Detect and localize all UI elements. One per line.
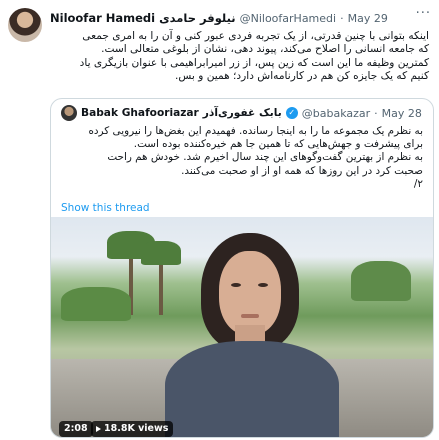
quoted-tweet[interactable]: Babak Ghafooriazar بابک غفوری‌آذر ✓ @bab… <box>50 98 434 438</box>
tweet-date[interactable]: May 29 <box>348 12 388 25</box>
quoted-tweet-header: Babak Ghafooriazar بابک غفوری‌آذر ✓ @bab… <box>61 105 423 121</box>
person-face <box>219 251 281 335</box>
show-thread-link[interactable]: Show this thread <box>61 202 150 214</box>
video-duration: 2:08 <box>64 423 88 434</box>
tweet-card[interactable]: Niloofar Hamedi نیلوفر حامدی @NiloofarHa… <box>0 0 439 440</box>
quoted-author-avatar <box>61 105 77 121</box>
author-name-fa[interactable]: نیلوفر حامدی <box>159 11 236 25</box>
video-player[interactable] <box>51 217 433 437</box>
mouth <box>241 314 259 318</box>
quoted-author-name-fa: بابک غفوری‌آذر <box>202 107 282 119</box>
tree <box>351 261 411 301</box>
separator-dot: · <box>374 106 378 120</box>
eye <box>258 283 268 287</box>
quoted-tweet-text: به نظرم یک مجموعه ما را به اینجا رسانده.… <box>88 125 423 190</box>
video-duration-badge: 2:08 <box>59 421 93 437</box>
play-icon <box>96 426 101 432</box>
more-icon[interactable]: ··· <box>416 6 431 21</box>
author-name[interactable]: Niloofar Hamedi <box>50 11 155 25</box>
separator-dot: · <box>340 11 344 25</box>
person-body <box>165 341 339 437</box>
author-avatar[interactable] <box>8 8 42 42</box>
quoted-author-handle: @babakazar <box>301 106 371 120</box>
tweet-text: اینکه بتوانی با چنین قدرتی، از یک تجربه … <box>79 30 429 83</box>
quoted-author-name: Babak Ghafooriazar <box>81 107 199 119</box>
eye <box>231 283 241 287</box>
author-handle[interactable]: @NiloofarHamedi <box>240 12 336 25</box>
video-views: 18.8K views <box>104 423 169 434</box>
tweet-header: Niloofar Hamedi نیلوفر حامدی @NiloofarHa… <box>50 10 431 26</box>
quoted-tweet-date: May 28 <box>381 106 422 120</box>
palm-tree <box>141 241 181 265</box>
verified-badge-icon: ✓ <box>285 107 298 119</box>
video-views-badge: 18.8K views <box>91 421 174 437</box>
bush <box>61 287 131 321</box>
